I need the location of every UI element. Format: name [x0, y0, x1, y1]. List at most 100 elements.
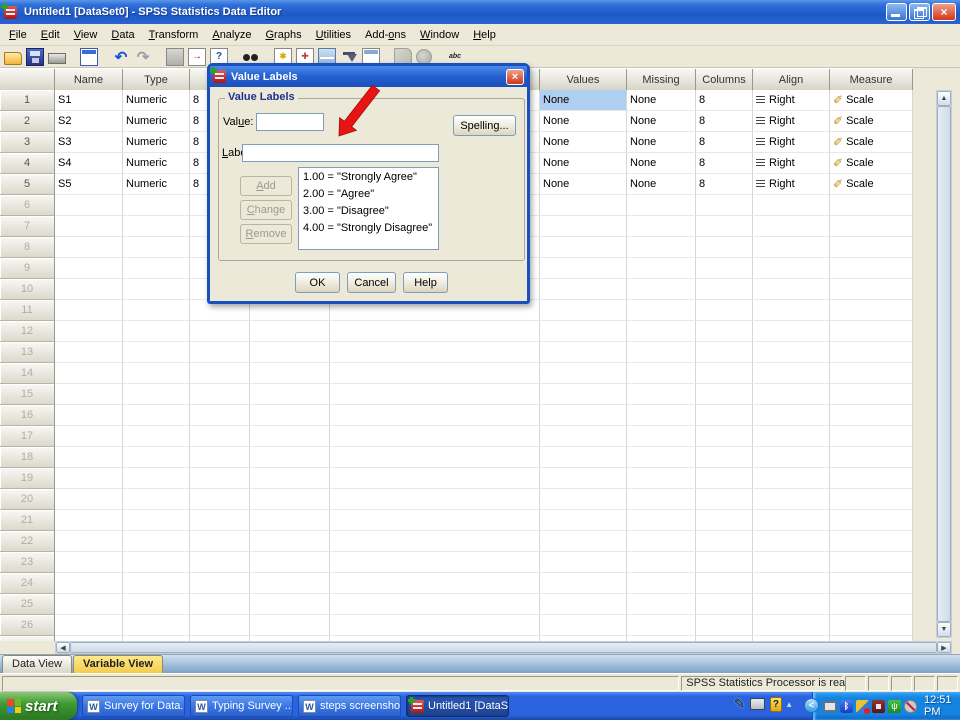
- cell-name[interactable]: [55, 321, 123, 342]
- cell-name[interactable]: [55, 447, 123, 468]
- dialog-recall-icon[interactable]: [80, 47, 98, 66]
- task-button-4[interactable]: Untitled1 [DataS...: [406, 695, 509, 717]
- cell-align[interactable]: Right: [753, 111, 830, 132]
- menu-graphs[interactable]: Graphs: [258, 26, 308, 44]
- cell-missing[interactable]: [627, 384, 696, 405]
- cell-type[interactable]: [123, 510, 190, 531]
- cell-type[interactable]: [123, 552, 190, 573]
- row-header[interactable]: 5: [0, 174, 55, 195]
- cell-columns[interactable]: 8: [696, 132, 753, 153]
- help-button[interactable]: Help: [403, 272, 448, 293]
- cell-type[interactable]: [123, 279, 190, 300]
- tablet-icon[interactable]: [749, 698, 765, 710]
- cell-columns[interactable]: 8: [696, 90, 753, 111]
- cell-name[interactable]: [55, 195, 123, 216]
- cell-align[interactable]: [753, 573, 830, 594]
- value-labels-list[interactable]: 1.00 = "Strongly Agree" 2.00 = "Agree" 3.0…: [298, 167, 439, 250]
- cell-columns[interactable]: [696, 531, 753, 552]
- cell-measure[interactable]: ✐ Scale: [830, 90, 913, 111]
- task-button-3[interactable]: steps screensho...: [298, 695, 401, 717]
- menu-add-ons[interactable]: Add-ons: [358, 26, 413, 44]
- cell-columns[interactable]: 8: [696, 111, 753, 132]
- cell-label[interactable]: [330, 594, 540, 615]
- cell-align[interactable]: [753, 216, 830, 237]
- cell-missing[interactable]: [627, 195, 696, 216]
- cell-width[interactable]: [190, 426, 250, 447]
- cell-name[interactable]: [55, 573, 123, 594]
- cell-name[interactable]: S2: [55, 111, 123, 132]
- cell-decimals[interactable]: [250, 363, 330, 384]
- dialog-close-icon[interactable]: ×: [506, 68, 524, 85]
- cell-name[interactable]: S4: [55, 153, 123, 174]
- cell-width[interactable]: [190, 468, 250, 489]
- column-header-measure[interactable]: Measure: [830, 69, 913, 91]
- cell-measure[interactable]: [830, 447, 913, 468]
- cell-name[interactable]: [55, 552, 123, 573]
- column-header-missing[interactable]: Missing: [627, 69, 696, 91]
- cell-type[interactable]: [123, 321, 190, 342]
- cell-decimals[interactable]: [250, 468, 330, 489]
- column-header-align[interactable]: Align: [753, 69, 830, 91]
- cell-measure[interactable]: [830, 594, 913, 615]
- cell-name[interactable]: S5: [55, 174, 123, 195]
- cell-missing[interactable]: [627, 615, 696, 636]
- cell-type[interactable]: [123, 195, 190, 216]
- cell-width[interactable]: [190, 489, 250, 510]
- cell-columns[interactable]: [696, 510, 753, 531]
- cell-missing[interactable]: None: [627, 90, 696, 111]
- menu-help[interactable]: Help: [466, 26, 503, 44]
- cell-align[interactable]: [753, 237, 830, 258]
- cell-measure[interactable]: [830, 237, 913, 258]
- cell-values[interactable]: None: [540, 153, 627, 174]
- cell-width[interactable]: [190, 342, 250, 363]
- cell-label[interactable]: [330, 447, 540, 468]
- monitor-icon[interactable]: [823, 700, 837, 712]
- row-header[interactable]: 21: [0, 510, 55, 531]
- cell-name[interactable]: [55, 237, 123, 258]
- cell-align[interactable]: [753, 531, 830, 552]
- cell-label[interactable]: [330, 552, 540, 573]
- minimize-button[interactable]: [886, 3, 907, 21]
- cell-width[interactable]: [190, 531, 250, 552]
- cell-missing[interactable]: None: [627, 174, 696, 195]
- cell-values[interactable]: [540, 468, 627, 489]
- menu-file[interactable]: File: [2, 26, 34, 44]
- scroll-right-icon[interactable]: ▶: [937, 642, 951, 653]
- cell-values[interactable]: [540, 594, 627, 615]
- cell-columns[interactable]: [696, 489, 753, 510]
- cell-width[interactable]: [190, 447, 250, 468]
- add-button[interactable]: Add: [240, 176, 292, 196]
- cell-decimals[interactable]: [250, 384, 330, 405]
- cell-label[interactable]: [330, 510, 540, 531]
- cell-columns[interactable]: [696, 342, 753, 363]
- cell-columns[interactable]: 8: [696, 153, 753, 174]
- cell-values[interactable]: [540, 237, 627, 258]
- cell-columns[interactable]: [696, 405, 753, 426]
- cell-missing[interactable]: None: [627, 132, 696, 153]
- cell-name[interactable]: [55, 300, 123, 321]
- row-header[interactable]: 24: [0, 573, 55, 594]
- cell-measure[interactable]: [830, 489, 913, 510]
- open-data-icon[interactable]: [4, 51, 22, 65]
- cell-columns[interactable]: 8: [696, 174, 753, 195]
- cell-columns[interactable]: [696, 384, 753, 405]
- row-header[interactable]: 22: [0, 531, 55, 552]
- cell-missing[interactable]: [627, 447, 696, 468]
- cell-name[interactable]: [55, 279, 123, 300]
- cell-columns[interactable]: [696, 258, 753, 279]
- cell-columns[interactable]: [696, 237, 753, 258]
- row-header[interactable]: 9: [0, 258, 55, 279]
- cell-measure[interactable]: [830, 615, 913, 636]
- cell-type[interactable]: Numeric: [123, 111, 190, 132]
- cell-align[interactable]: [753, 342, 830, 363]
- cell-missing[interactable]: None: [627, 111, 696, 132]
- row-header[interactable]: 15: [0, 384, 55, 405]
- cell-values[interactable]: None: [540, 90, 627, 111]
- cell-name[interactable]: [55, 594, 123, 615]
- menu-transform[interactable]: Transform: [142, 26, 206, 44]
- cell-values[interactable]: [540, 489, 627, 510]
- cell-columns[interactable]: [696, 216, 753, 237]
- cell-label[interactable]: [330, 573, 540, 594]
- cell-name[interactable]: [55, 510, 123, 531]
- cell-label[interactable]: [330, 426, 540, 447]
